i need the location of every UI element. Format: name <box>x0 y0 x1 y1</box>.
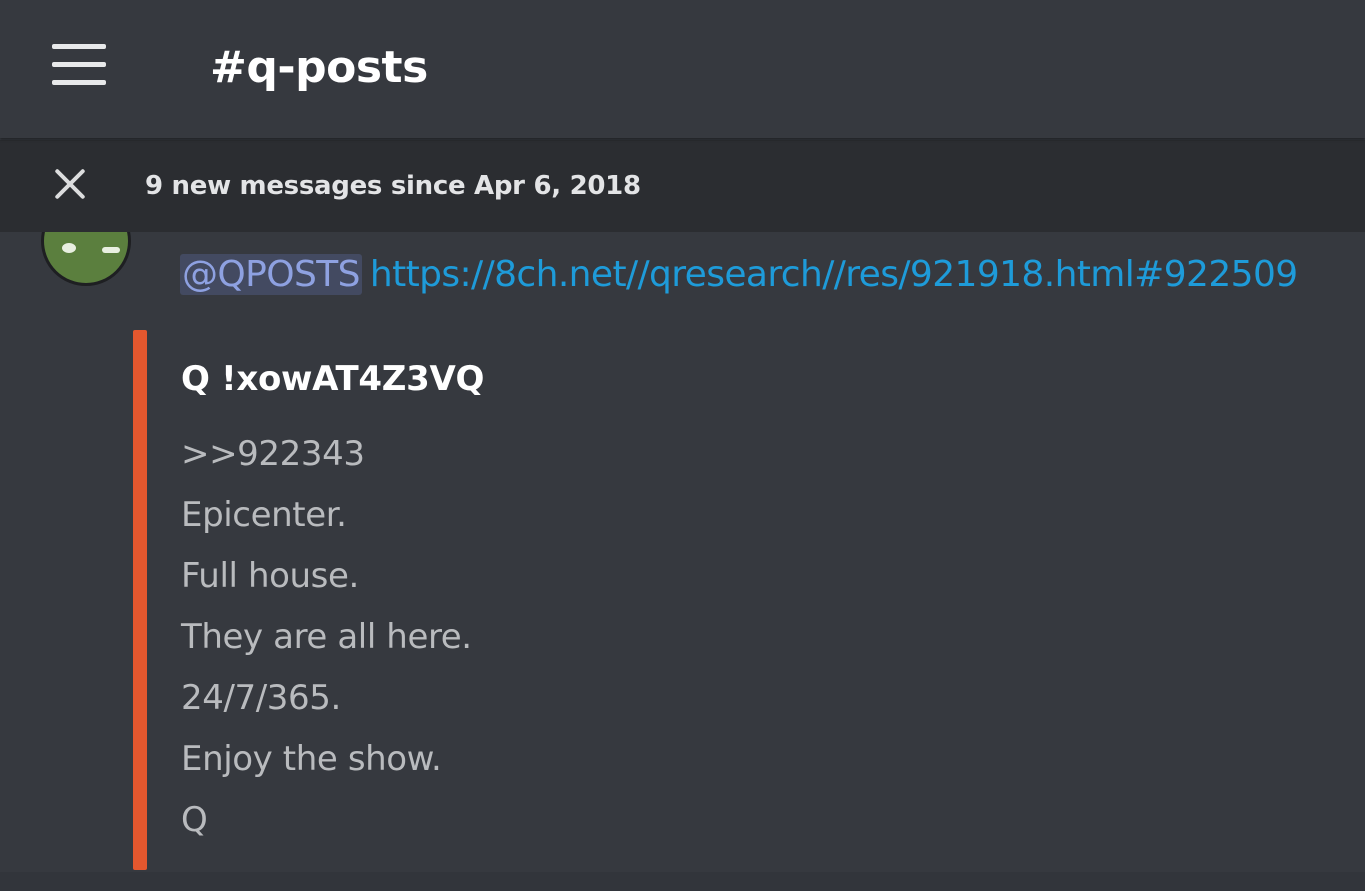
user-mention[interactable]: @QPOSTS <box>180 254 362 295</box>
avatar-eye <box>62 243 76 253</box>
hamburger-bar <box>52 80 106 85</box>
message-embed: Q !xowAT4Z3VQ >>922343 Epicenter. Full h… <box>133 330 1365 870</box>
embed-line: Full house. <box>181 556 359 596</box>
close-icon[interactable] <box>52 166 88 202</box>
embed-line: >>922343 <box>181 434 365 474</box>
embed-line: Q <box>181 800 208 840</box>
embed-line: They are all here. <box>181 617 472 657</box>
new-messages-banner[interactable]: 9 new messages since Apr 6, 2018 <box>0 140 1365 232</box>
embed-accent-bar <box>133 330 147 870</box>
new-messages-text: 9 new messages since Apr 6, 2018 <box>145 171 641 201</box>
embed-author: Q !xowAT4Z3VQ <box>181 359 485 399</box>
embed-line: Epicenter. <box>181 495 347 535</box>
embed-body: >>922343 Epicenter. Full house. They are… <box>181 424 472 851</box>
hamburger-menu-icon[interactable] <box>52 44 106 86</box>
hamburger-bar <box>52 62 106 67</box>
message-link[interactable]: https://8ch.net//qresearch//res/921918.h… <box>370 254 1298 295</box>
hamburger-bar <box>52 44 106 49</box>
avatar-eye <box>102 247 120 253</box>
channel-title: #q-posts <box>210 42 428 93</box>
discord-app: #q-posts 9 new messages since Apr 6, 201… <box>0 0 1365 891</box>
embed-line: 24/7/365. <box>181 678 341 718</box>
bottom-divider <box>0 872 1365 891</box>
embed-line: Enjoy the show. <box>181 739 442 779</box>
channel-header: #q-posts <box>0 0 1365 138</box>
message-content: @QPOSTS https://8ch.net//qresearch//res/9… <box>180 250 1298 300</box>
